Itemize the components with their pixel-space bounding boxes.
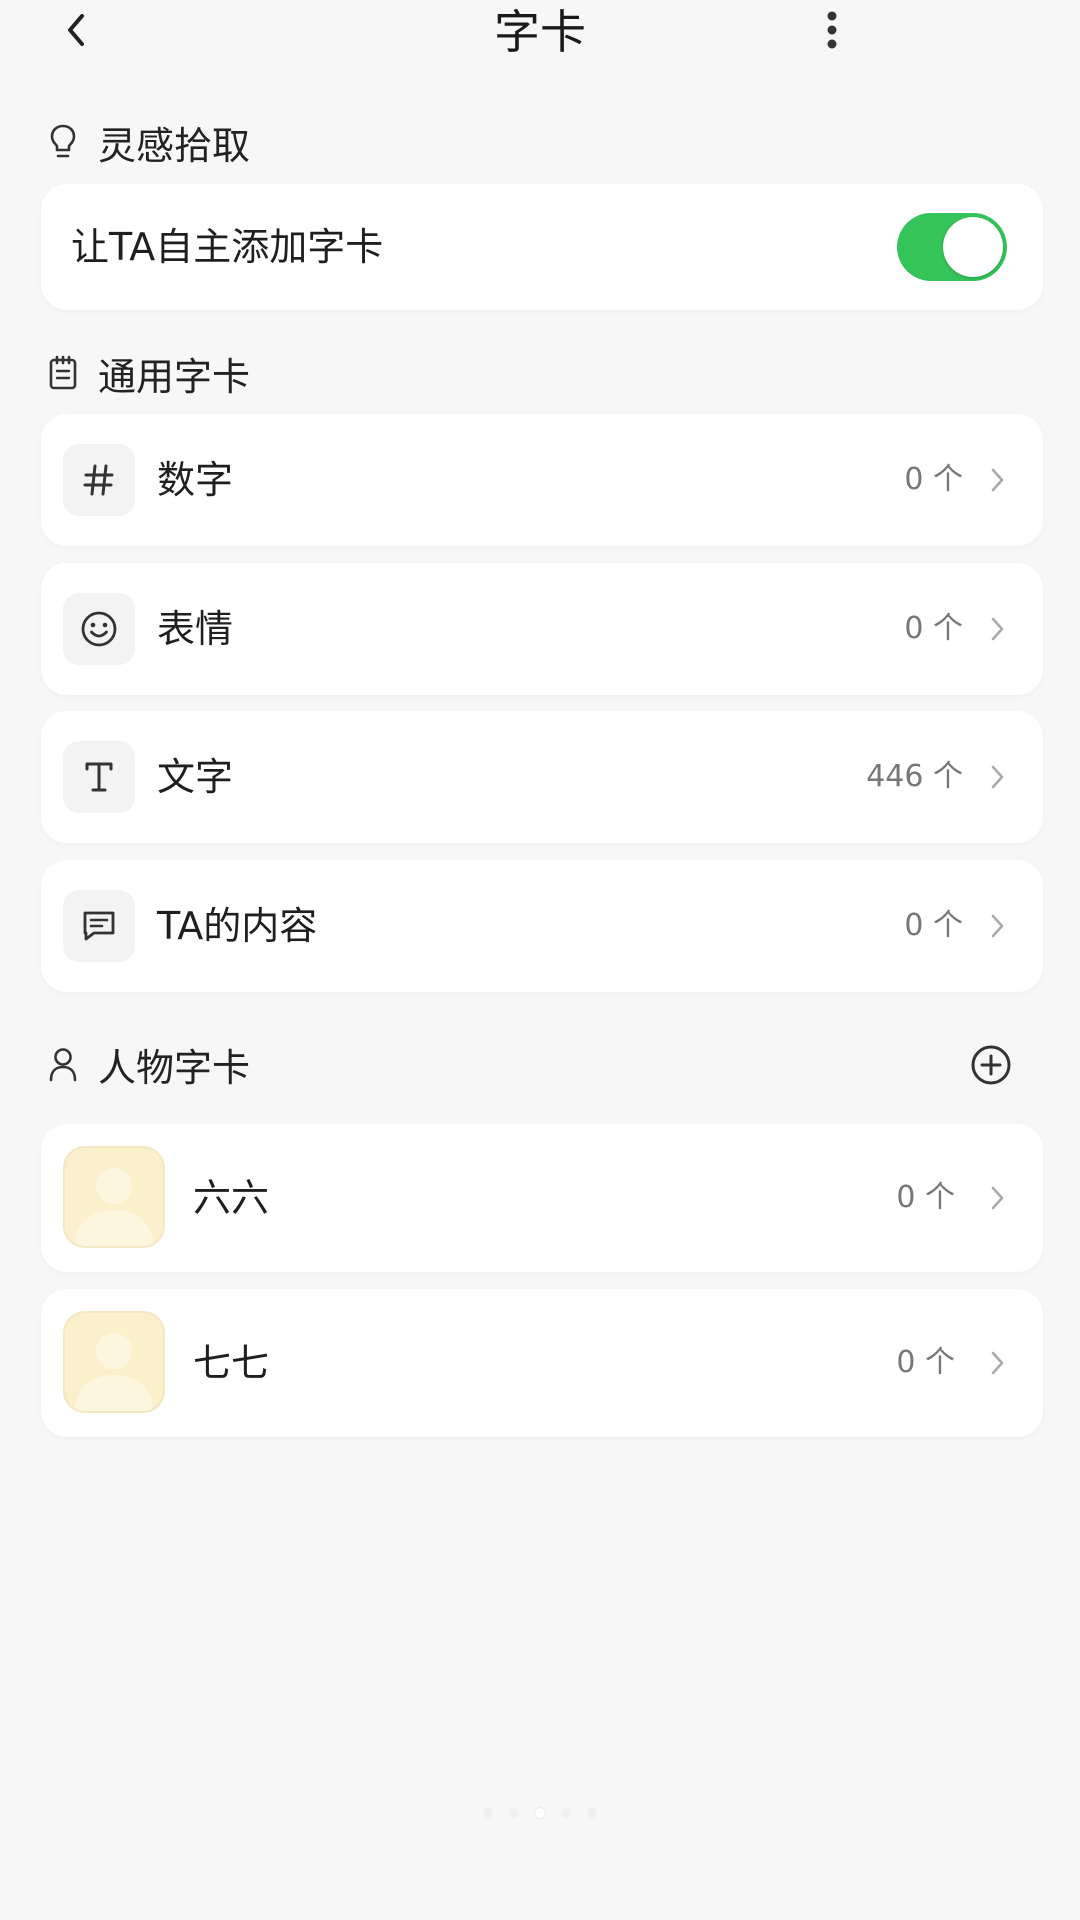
person-icon xyxy=(44,1045,82,1083)
lightbulb-icon xyxy=(44,123,82,161)
smiley-icon xyxy=(63,593,135,665)
more-button[interactable] xyxy=(812,6,852,54)
auto-add-toggle[interactable] xyxy=(897,213,1007,281)
avatar xyxy=(63,1146,165,1248)
person-name: 七七 xyxy=(193,1341,270,1385)
text-icon xyxy=(63,741,135,813)
toggle-knob xyxy=(943,217,1003,277)
item-label: 文字 xyxy=(157,755,234,799)
top-bar: 字卡 xyxy=(0,0,1080,70)
chevron-right-icon xyxy=(977,757,1017,797)
chevron-right-icon xyxy=(977,460,1017,500)
page-dot xyxy=(587,1808,597,1818)
section-general-header: 通用字卡 xyxy=(44,343,250,403)
section-label: 灵感拾取 xyxy=(98,123,251,168)
section-inspiration-header: 灵感拾取 xyxy=(44,112,250,172)
avatar xyxy=(63,1311,165,1413)
person-name: 六六 xyxy=(193,1176,270,1220)
general-item-text[interactable]: 文字 446 个 xyxy=(41,711,1043,843)
hash-icon xyxy=(63,444,135,516)
more-vertical-icon xyxy=(827,11,837,49)
chevron-right-icon xyxy=(977,906,1017,946)
item-label: 数字 xyxy=(157,458,234,502)
item-count: 0 个 xyxy=(904,611,963,646)
general-item-ta-content[interactable]: TA的内容 0 个 xyxy=(41,860,1043,992)
section-label: 人物字卡 xyxy=(98,1045,251,1090)
page-dot xyxy=(561,1808,571,1818)
person-item[interactable]: 六六 0 个 xyxy=(41,1124,1043,1272)
add-person-button[interactable] xyxy=(968,1042,1014,1088)
item-label: TA的内容 xyxy=(157,904,318,948)
chat-icon xyxy=(63,890,135,962)
screen: 字卡 灵感拾取 让TA自主添加字卡 通用字卡 数字 0 个 表情 0 个 文字 … xyxy=(0,0,1080,1920)
person-count: 0 个 xyxy=(896,1180,955,1215)
chevron-right-icon xyxy=(977,609,1017,649)
page-dot xyxy=(509,1808,519,1818)
item-count: 0 个 xyxy=(904,908,963,943)
chevron-right-icon xyxy=(977,1343,1017,1383)
section-people-header: 人物字卡 xyxy=(44,1034,250,1094)
item-count: 0 个 xyxy=(904,462,963,497)
page-indicator xyxy=(0,1808,1080,1818)
page-dot-active xyxy=(535,1808,545,1818)
auto-add-card: 让TA自主添加字卡 xyxy=(41,184,1043,310)
person-count: 0 个 xyxy=(896,1345,955,1380)
person-item[interactable]: 七七 0 个 xyxy=(41,1289,1043,1437)
general-item-numbers[interactable]: 数字 0 个 xyxy=(41,414,1043,546)
section-label: 通用字卡 xyxy=(98,354,251,399)
item-label: 表情 xyxy=(157,607,234,651)
page-dot xyxy=(483,1808,493,1818)
plus-circle-icon xyxy=(971,1045,1011,1085)
clipboard-icon xyxy=(44,354,82,392)
chevron-right-icon xyxy=(977,1178,1017,1218)
general-item-emoji[interactable]: 表情 0 个 xyxy=(41,563,1043,695)
page-title: 字卡 xyxy=(494,5,586,59)
item-count: 446 个 xyxy=(866,759,963,794)
auto-add-label: 让TA自主添加字卡 xyxy=(71,225,384,269)
